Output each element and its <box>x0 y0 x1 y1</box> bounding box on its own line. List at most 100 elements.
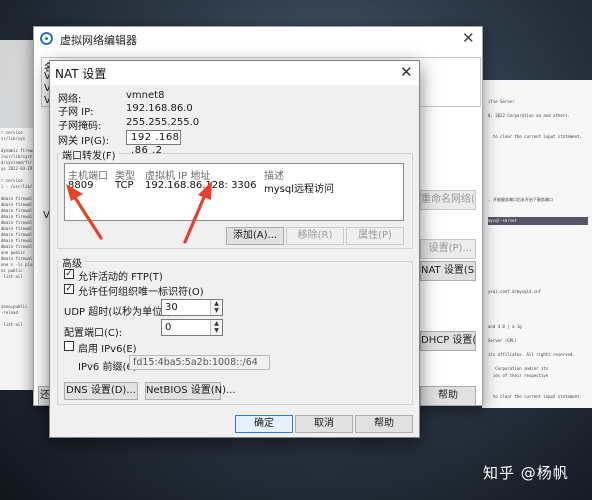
vne-close-icon[interactable]: ✕ <box>462 29 475 47</box>
subnet-ip-value: 192.168.86.0 <box>126 103 193 114</box>
stepper-arrows[interactable]: ▲ ▼ <box>210 300 222 315</box>
doc-line: ies of their respective <box>488 373 549 378</box>
doc-line: Corporation and/or its <box>488 366 549 371</box>
doc-line <box>488 274 588 281</box>
gateway-octet: 168 <box>158 132 180 143</box>
allow-any-oui-label[interactable]: 允许任何组织唯一标识符(O) <box>78 283 204 298</box>
doc-line <box>488 260 588 267</box>
host-settings-button[interactable]: 设置(P)... <box>420 239 476 259</box>
doc-line <box>488 295 588 302</box>
network-value: vmnet8 <box>126 90 165 101</box>
subnet-ip-label: 子网 IP: <box>58 107 94 118</box>
config-port-stepper[interactable]: 0 ▲ ▼ <box>161 319 223 336</box>
gateway-ip-label: 网关 IP(G): <box>58 136 110 147</box>
vne-title-bar: 虚拟网络编辑器 ✕ <box>34 27 482 51</box>
nat-settings-dialog: NAT 设置 ✕ 网络: vmnet8 子网 IP: 192.168.86.0 … <box>49 60 420 438</box>
subnet-mask-label: 子网掩码: <box>58 121 102 132</box>
help-button[interactable]: 帮助 <box>355 415 413 433</box>
pf-row-type[interactable]: TCP <box>115 180 134 191</box>
ok-button[interactable]: 确定 <box>235 415 293 433</box>
config-port-label: 配置端口(C): <box>64 328 123 339</box>
pf-row-description[interactable]: mysql远程访问 <box>264 180 334 195</box>
doc-line <box>488 344 588 351</box>
doc-line: Server (GPL) <box>488 338 517 343</box>
rename-network-button[interactable]: 重命名网络(W)... <box>420 190 476 210</box>
port-forwarding-title: 端口转发(F) <box>60 147 118 162</box>
stepper-down-icon[interactable]: ▼ <box>211 327 222 334</box>
doc-line <box>488 239 588 246</box>
doc-line <box>488 253 588 260</box>
stepper-arrows[interactable]: ▲ ▼ <box>210 320 222 335</box>
udp-timeout-value: 30 <box>165 302 178 313</box>
doc-line <box>488 154 588 161</box>
doc-line <box>488 316 588 323</box>
doc-line: 0, 2022 Corporation an and others. <box>488 113 570 118</box>
allow-any-oui-checkbox[interactable]: ✓ <box>64 284 74 294</box>
doc-line <box>488 330 588 337</box>
doc-line <box>488 168 588 175</box>
doc-line <box>488 175 588 182</box>
config-port-value: 0 <box>165 322 172 333</box>
allow-active-ftp-checkbox[interactable]: ✓ <box>64 269 74 279</box>
doc-line <box>488 281 588 288</box>
doc-line <box>488 386 588 393</box>
doc-line <box>488 210 588 217</box>
vmware-network-icon <box>40 32 53 45</box>
doc-line <box>488 302 588 309</box>
doc-line: to clear the current input statement. <box>488 134 582 139</box>
doc-line <box>488 91 588 98</box>
doc-line <box>488 246 588 253</box>
nat-dialog-title: NAT 设置 <box>55 67 107 81</box>
stepper-up-icon[interactable]: ▲ <box>211 320 222 327</box>
port-forwarding-list[interactable]: 主机端口 类型 虚拟机 IP 地址 描述 8809 TCP 192.168.86… <box>64 163 404 221</box>
doc-line <box>488 105 588 112</box>
stepper-up-icon[interactable]: ▲ <box>211 300 222 307</box>
doc-line <box>488 309 588 316</box>
doc-line: ifie Server <box>488 99 515 104</box>
gateway-ip-field[interactable]: 192 .168 .86 .2 <box>126 130 181 156</box>
doc-line: its affiliates. All rights reserved. <box>488 352 575 357</box>
pf-row-host-port[interactable]: 8809 <box>68 180 93 191</box>
pf-remove-button[interactable]: 移除(R) <box>286 227 344 245</box>
doc-line: mysql-server <box>488 217 588 225</box>
doc-line <box>488 379 588 386</box>
vne-help-button[interactable]: 帮助 <box>420 386 476 406</box>
doc-line <box>488 147 588 154</box>
nat-close-icon[interactable]: ✕ <box>400 63 413 81</box>
subnet-mask-value: 255.255.255.0 <box>126 117 200 128</box>
doc-line <box>488 203 588 210</box>
pf-add-button[interactable]: 添加(A)... <box>226 227 284 245</box>
doc-line <box>488 189 588 196</box>
nat-settings-button[interactable]: NAT 设置(S)... <box>420 261 476 281</box>
dns-settings-button[interactable]: DNS 设置(D)... <box>64 382 138 400</box>
doc-line <box>488 225 588 232</box>
doc-line <box>488 119 588 126</box>
doc-line: to clear the current input statement. <box>488 394 582 399</box>
zhihu-watermark: 知乎 @杨帆 <box>483 464 569 482</box>
background-document-window: ifie Server 0, 2022 Corporation an and o… <box>482 80 592 408</box>
doc-line <box>488 126 588 133</box>
stepper-down-icon[interactable]: ▼ <box>211 307 222 314</box>
enable-ipv6-label[interactable]: 启用 IPv6(E) <box>78 340 137 355</box>
dhcp-settings-button[interactable]: DHCP 设置(P)... <box>420 331 476 351</box>
doc-line <box>488 161 588 168</box>
doc-line <box>488 358 588 365</box>
allow-active-ftp-label[interactable]: 允许活动的 FTP(T) <box>78 268 163 283</box>
ipv6-prefix-field[interactable]: fd15:4ba5:5a2b:1008::/64 <box>129 355 270 370</box>
pf-properties-button[interactable]: 属性(P) <box>346 227 404 245</box>
doc-line <box>488 267 588 274</box>
doc-line <box>488 232 588 239</box>
gateway-octet: 192 <box>131 132 152 143</box>
udp-timeout-stepper[interactable]: 30 ▲ ▼ <box>161 299 223 316</box>
doc-line <box>488 140 588 147</box>
pf-row-vm-address[interactable]: 192.168.86.128: 3306 <box>145 180 257 191</box>
nat-title-bar: NAT 设置 ✕ <box>50 61 419 85</box>
doc-line: ysql.conf.d/mysqld.cnf <box>488 289 541 294</box>
doc-line <box>488 84 588 91</box>
vne-title: 虚拟网络编辑器 <box>60 34 137 47</box>
netbios-settings-button[interactable]: NetBIOS 设置(N)... <box>145 382 236 400</box>
enable-ipv6-checkbox[interactable] <box>64 341 74 351</box>
doc-line: and 4.0 | a 1g <box>488 324 522 329</box>
doc-line <box>488 182 588 189</box>
cancel-button[interactable]: 取消 <box>295 415 353 433</box>
